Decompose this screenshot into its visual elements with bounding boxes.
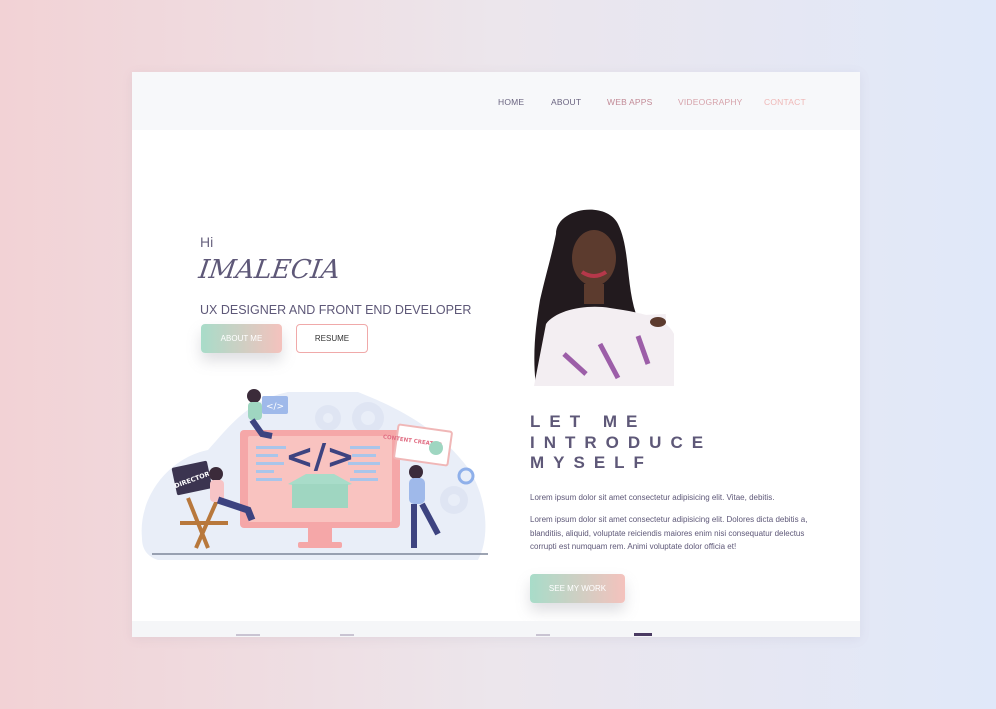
footer-strip <box>132 621 860 637</box>
about-me-button[interactable]: ABOUT ME <box>201 324 282 353</box>
name-signature: IMALECIA <box>196 255 342 285</box>
see-my-work-button[interactable]: SEE MY WORK <box>530 574 625 603</box>
code-tag-text: </> <box>285 437 354 477</box>
footer-mark <box>236 634 260 636</box>
intro-paragraph-1: Lorem ipsum dolor sit amet consectetur a… <box>530 493 775 502</box>
greeting-text: Hi <box>200 234 214 250</box>
resume-button[interactable]: RESUME <box>296 324 368 353</box>
footer-mark <box>536 634 550 636</box>
introduce-heading-line: INTRODUCE <box>530 432 713 452</box>
footer-mark <box>634 633 652 636</box>
page-frame: HOME ABOUT WEB APPS VIDEOGRAPHY CONTACT … <box>132 72 860 637</box>
developer-illustration: </> DIRECTOR </> CONTENT CREATOR <box>141 389 488 560</box>
introduce-heading: LET ME INTRODUCE MYSELF <box>530 412 712 474</box>
nav-home-link[interactable]: HOME <box>498 97 524 107</box>
footer-mark <box>340 634 354 636</box>
top-nav: HOME ABOUT WEB APPS VIDEOGRAPHY CONTACT <box>132 72 860 130</box>
nav-about-link[interactable]: ABOUT <box>551 97 581 107</box>
nav-web-apps-link[interactable]: WEB APPS <box>607 97 653 107</box>
intro-paragraph-2: Lorem ipsum dolor sit amet consectetur a… <box>530 515 808 551</box>
role-subtitle: UX DESIGNER AND FRONT END DEVELOPER <box>200 303 472 317</box>
profile-photo <box>534 209 674 386</box>
introduce-heading-line: LET ME <box>530 412 647 431</box>
introduce-heading-line: MYSELF <box>530 453 653 472</box>
small-code-tag: </> <box>266 402 284 412</box>
nav-contact-link[interactable]: CONTACT <box>764 97 806 107</box>
nav-videography-link[interactable]: VIDEOGRAPHY <box>678 97 743 107</box>
